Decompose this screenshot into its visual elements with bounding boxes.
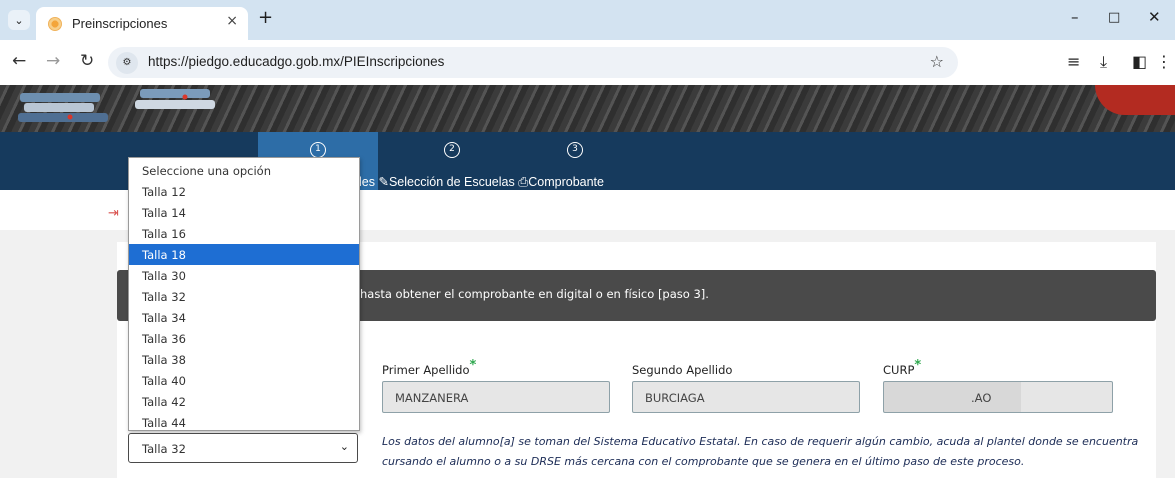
new-tab-button[interactable]: +	[258, 7, 273, 28]
dropdown-option[interactable]: Talla 32	[129, 286, 359, 307]
tab-title: Preinscripciones	[72, 16, 168, 31]
header-banner	[0, 85, 1175, 132]
forward-arrow-icon[interactable]: →	[46, 51, 60, 71]
back-arrow-icon[interactable]: ←	[12, 51, 26, 71]
step-3-label[interactable]: Comprobante	[528, 175, 604, 189]
books-logo	[18, 89, 215, 122]
segundo-apellido-field[interactable]: BURCIAGA	[632, 381, 860, 413]
maximize-button[interactable]: □	[1108, 10, 1120, 25]
dropdown-option[interactable]: Talla 18	[129, 244, 359, 265]
menu-icon[interactable]: ⋮	[1156, 52, 1172, 71]
minimize-button[interactable]: –	[1071, 8, 1079, 26]
bookmark-star-icon[interactable]: ☆	[930, 52, 944, 71]
site-favicon-icon	[48, 17, 62, 31]
size-options-list: Seleccione una opción Talla 12 Talla 14 Tal…	[128, 157, 360, 431]
decorative-shape	[1095, 85, 1175, 115]
chevron-down-icon: ⌄	[14, 13, 24, 27]
download-icon[interactable]: ⤓	[1100, 52, 1107, 72]
dropdown-option[interactable]: Talla 34	[129, 307, 359, 328]
url-text: https://piedgo.educadgo.gob.mx/PIEInscri…	[148, 54, 445, 69]
pencil-icon: ✎	[378, 175, 389, 189]
browser-tab-bar: ⌄ Preinscripciones × + – □ ✕	[0, 0, 1175, 40]
dropdown-option[interactable]: Talla 36	[129, 328, 359, 349]
step-labels: les ✎Selección de Escuelas ⎙Comprobante	[359, 174, 604, 190]
info-note-line-1: Los datos del alumno[a] se toman del Sis…	[382, 435, 1139, 448]
dropdown-option[interactable]: Talla 16	[129, 223, 359, 244]
dropdown-option[interactable]: Talla 14	[129, 202, 359, 223]
browser-toolbar: ← → ↻ ⚙ https://piedgo.educadgo.gob.mx/P…	[0, 40, 1175, 85]
tab-close-button[interactable]: ×	[226, 13, 238, 29]
reload-icon[interactable]: ↻	[80, 51, 94, 71]
size-select[interactable]: Talla 32 ⌄	[128, 433, 358, 463]
size-select-value: Talla 32	[142, 442, 186, 456]
tab-search-button[interactable]: ⌄	[8, 10, 30, 30]
curp-field[interactable]: .AO	[883, 381, 1113, 413]
site-info-icon[interactable]: ⚙	[116, 52, 138, 74]
required-mark: *	[914, 358, 922, 373]
dropdown-option[interactable]: Seleccione una opción	[129, 160, 359, 181]
dropdown-option[interactable]: Talla 44	[129, 412, 359, 433]
reading-list-icon[interactable]: ≡	[1067, 52, 1080, 71]
step-1-indicator: 1	[310, 142, 326, 158]
segundo-apellido-label: Segundo Apellido	[632, 363, 733, 377]
step-1-label[interactable]: les	[359, 175, 375, 189]
logout-icon[interactable]: ⇥	[108, 206, 119, 221]
alert-text: hasta obtener el comprobante en digital …	[360, 287, 709, 301]
browser-tab[interactable]: Preinscripciones ×	[36, 7, 248, 40]
primer-apellido-field[interactable]: MANZANERA	[382, 381, 610, 413]
required-mark: *	[469, 358, 477, 373]
info-note-line-2: cursando el alumno o a su DRSE más cerca…	[382, 455, 1025, 468]
address-bar[interactable]: ⚙ https://piedgo.educadgo.gob.mx/PIEInsc…	[108, 47, 958, 78]
step-2-indicator: 2	[444, 142, 460, 158]
step-3-indicator: 3	[567, 142, 583, 158]
side-panel-icon[interactable]: ◧	[1132, 52, 1147, 71]
chevron-down-icon: ⌄	[339, 440, 349, 453]
step-2-label[interactable]: Selección de Escuelas	[389, 175, 515, 189]
print-icon: ⎙	[518, 175, 529, 189]
dropdown-option[interactable]: Talla 42	[129, 391, 359, 412]
curp-label: CURP*	[883, 358, 922, 377]
dropdown-option[interactable]: Talla 12	[129, 181, 359, 202]
dropdown-option[interactable]: Talla 30	[129, 265, 359, 286]
window-close-button[interactable]: ✕	[1148, 8, 1161, 26]
dropdown-option[interactable]: Talla 38	[129, 349, 359, 370]
dropdown-option[interactable]: Talla 40	[129, 370, 359, 391]
primer-apellido-label: Primer Apellido*	[382, 358, 477, 377]
